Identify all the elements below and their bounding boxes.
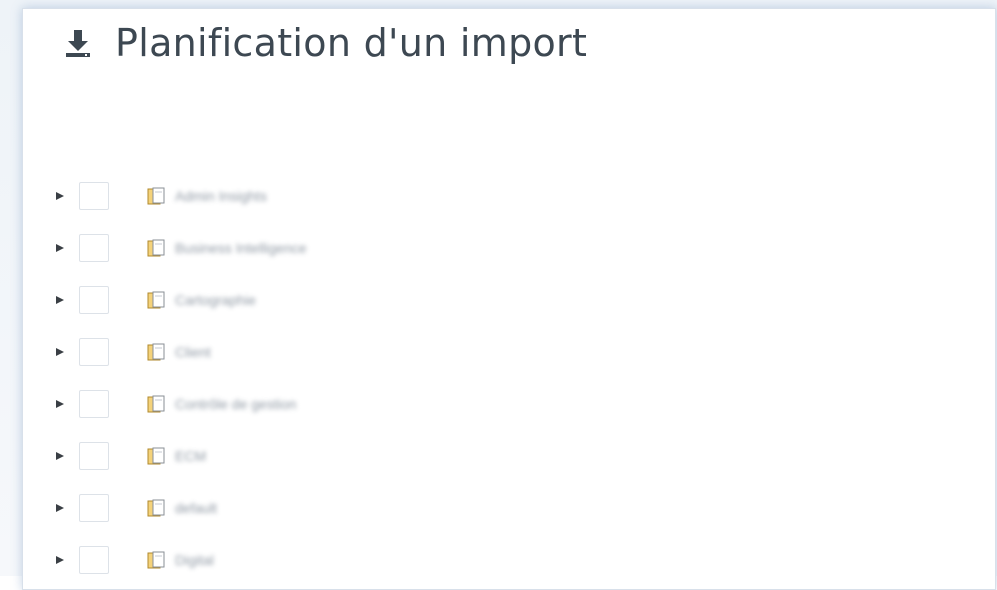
folder-icon [147, 186, 167, 206]
caret-right-icon[interactable] [53, 449, 67, 463]
tree-item[interactable]: Contrôle de gestion [53, 387, 296, 421]
download-icon [63, 28, 93, 58]
tree-item-label: Business Intelligence [175, 240, 307, 256]
folder-icon [147, 394, 167, 414]
tree-item[interactable]: Cartographie [53, 283, 256, 317]
caret-right-icon[interactable] [53, 241, 67, 255]
tree-item[interactable]: default [53, 491, 217, 525]
window-background: Planification d'un import Admin Insights [0, 0, 997, 590]
tree-item-checkbox[interactable] [79, 338, 109, 366]
tree-item-checkbox[interactable] [79, 546, 109, 574]
tree-item-checkbox[interactable] [79, 494, 109, 522]
folder-icon [147, 550, 167, 570]
import-planning-panel: Planification d'un import Admin Insights [22, 8, 996, 590]
folder-icon [147, 342, 167, 362]
tree-item[interactable]: ECM [53, 439, 206, 473]
caret-right-icon[interactable] [53, 293, 67, 307]
tree-item-label: Digital [175, 552, 214, 568]
caret-right-icon[interactable] [53, 345, 67, 359]
folder-icon [147, 290, 167, 310]
tree-item-label: Admin Insights [175, 188, 267, 204]
tree-item-label: Contrôle de gestion [175, 396, 297, 412]
page-header: Planification d'un import [63, 15, 587, 71]
caret-right-icon[interactable] [53, 397, 67, 411]
tree-item-label: ECM [175, 448, 207, 464]
folder-icon [147, 446, 167, 466]
tree-item[interactable]: Business Intelligence [53, 231, 307, 265]
tree-item-label: Client [175, 344, 211, 360]
caret-right-icon[interactable] [53, 553, 67, 567]
tree-item[interactable]: Admin Insights [53, 179, 267, 213]
tree-item[interactable]: Client [53, 335, 211, 369]
tree-item-label: Cartographie [175, 292, 256, 308]
tree-item-label: default [175, 500, 218, 516]
tree-item-checkbox[interactable] [79, 234, 109, 262]
folder-icon [147, 498, 167, 518]
tree-item-checkbox[interactable] [79, 442, 109, 470]
folder-icon [147, 238, 167, 258]
page-title: Planification d'un import [115, 21, 588, 65]
tree-item[interactable]: Digital [53, 543, 214, 577]
caret-right-icon[interactable] [53, 501, 67, 515]
caret-right-icon[interactable] [53, 189, 67, 203]
tree-item-checkbox[interactable] [79, 286, 109, 314]
tree-item-checkbox[interactable] [79, 390, 109, 418]
tree-item-checkbox[interactable] [79, 182, 109, 210]
